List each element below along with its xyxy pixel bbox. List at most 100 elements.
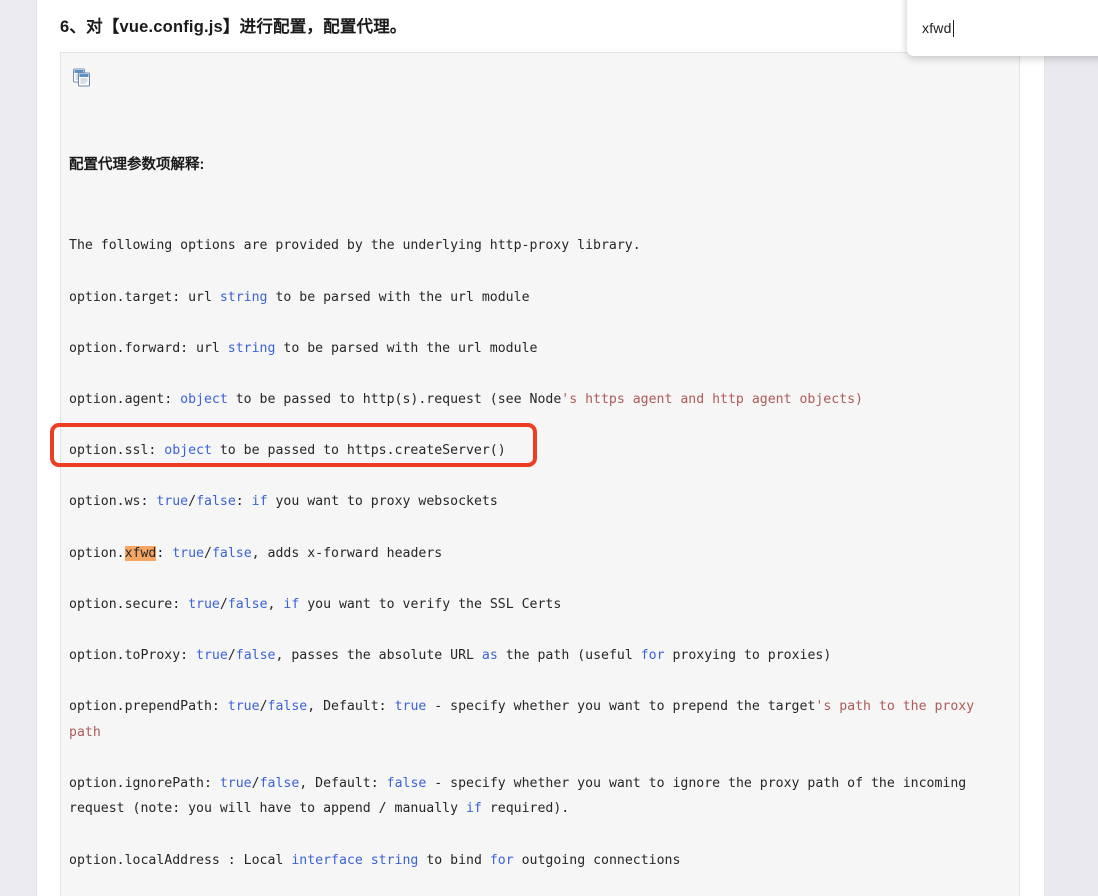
- code-plain: /: [204, 545, 212, 561]
- code-plain: :: [156, 545, 173, 561]
- code-keyword: if: [251, 494, 268, 510]
- page-background-right: [1045, 0, 1098, 896]
- code-keyword: true: [219, 775, 252, 791]
- code-plain: to bind: [418, 852, 490, 868]
- code-line: option.agent: object to be passed to htt…: [69, 387, 1011, 413]
- copy-icon[interactable]: [71, 67, 93, 89]
- content-column-left-edge: [36, 0, 37, 896]
- code-plain: you want to proxy websockets: [267, 494, 498, 510]
- code-line: option.ssl: object to be passed to https…: [69, 438, 1011, 464]
- text-caret: [952, 19, 955, 37]
- code-keyword: for: [640, 647, 665, 663]
- code-plain: ,: [267, 596, 284, 612]
- code-plain: option.target: url: [69, 289, 220, 305]
- code-keyword: false: [211, 545, 252, 561]
- code-plain: to be passed to https.createServer(): [211, 443, 506, 459]
- code-keyword: true: [156, 494, 189, 510]
- code-keyword: false: [196, 494, 236, 510]
- code-keyword: false: [227, 596, 268, 612]
- code-line: option.prependPath: true/false, Default:…: [69, 694, 1011, 745]
- code-plain: option.ignorePath:: [69, 775, 220, 791]
- code-plain: option.: [69, 545, 125, 561]
- code-keyword: object: [180, 391, 228, 407]
- page-title: 6、对【vue.config.js】进行配置，配置代理。: [60, 18, 407, 36]
- code-plain: option.forward: url: [69, 340, 228, 356]
- code-line: option.forward: url string to be parsed …: [69, 336, 1011, 362]
- code-keyword: string: [227, 340, 276, 356]
- code-keyword: for: [489, 852, 514, 868]
- find-in-page-box[interactable]: xfwd: [907, 0, 1098, 56]
- code-text: 配置代理参数项解释: The following options are pro…: [69, 101, 1011, 896]
- code-keyword: if: [283, 596, 300, 612]
- code-keyword: if: [465, 801, 482, 817]
- code-plain: :: [235, 494, 252, 510]
- code-keyword: true: [394, 699, 427, 715]
- code-line: option.target: url string to be parsed w…: [69, 285, 1011, 311]
- code-plain: The following options are provided by th…: [69, 238, 641, 254]
- code-keyword: true: [196, 647, 228, 663]
- code-line: option.toProxy: true/false, passes the a…: [69, 643, 1011, 669]
- search-input[interactable]: xfwd: [922, 18, 955, 38]
- code-keyword: true: [172, 545, 204, 561]
- code-keyword: string: [370, 852, 419, 868]
- content-column-right-edge: [1044, 0, 1045, 896]
- code-plain: to be passed to http(s).request (see Nod…: [227, 391, 562, 407]
- code-plain: required).: [481, 801, 570, 817]
- code-keyword: as: [481, 647, 498, 663]
- search-input-value: xfwd: [922, 20, 952, 36]
- code-plain: /: [188, 494, 197, 510]
- code-plain: option.toProxy:: [69, 647, 197, 663]
- code-plain: , Default:: [307, 699, 395, 715]
- code-plain: option.ssl:: [69, 443, 165, 459]
- code-plain: option.secure:: [69, 596, 189, 612]
- code-plain: - specify whether you want to prepend th…: [426, 699, 816, 715]
- code-plain: option.agent:: [69, 391, 181, 407]
- code-keyword: string: [219, 289, 268, 305]
- page-background-left: [0, 0, 36, 896]
- code-plain: to be parsed with the url module: [275, 340, 538, 356]
- code-keyword: true: [188, 596, 220, 612]
- code-keyword: true: [227, 699, 260, 715]
- code-keyword: false: [235, 647, 276, 663]
- code-line: option.ignorePath: true/false, Default: …: [69, 771, 1011, 822]
- code-plain: option.prependPath:: [69, 699, 228, 715]
- code-plain: /: [259, 699, 268, 715]
- code-keyword: interface: [291, 852, 363, 868]
- code-plain: /: [219, 596, 228, 612]
- code-keyword: false: [259, 775, 300, 791]
- code-plain: you want to verify the SSL Certs: [299, 596, 562, 612]
- code-plain: outgoing connections: [513, 852, 681, 868]
- code-plain: option.ws:: [69, 494, 157, 510]
- code-keyword: object: [164, 443, 212, 459]
- code-plain: [363, 853, 371, 868]
- code-intro-label: 配置代理参数项解释:: [69, 157, 205, 174]
- code-plain: , adds x-forward headers: [251, 545, 443, 561]
- code-plain: , Default:: [299, 775, 387, 791]
- code-block: 配置代理参数项解释: The following options are pro…: [60, 52, 1020, 896]
- code-string: 's https agent and http agent objects): [561, 391, 863, 407]
- code-keyword: false: [267, 699, 308, 715]
- code-line: option.ws: true/false: if you want to pr…: [69, 489, 1011, 515]
- app-root: 6、对【vue.config.js】进行配置，配置代理。 配置代理参数项解释: …: [0, 0, 1098, 896]
- code-plain: /: [227, 647, 236, 663]
- code-plain: , passes the absolute URL: [275, 647, 482, 663]
- code-plain: to be parsed with the url module: [267, 289, 530, 305]
- search-match-highlight: xfwd: [124, 545, 157, 561]
- code-line: option.xfwd: true/false, adds x-forward …: [69, 541, 1011, 567]
- code-line: The following options are provided by th…: [69, 233, 1011, 259]
- code-lines: The following options are provided by th…: [69, 233, 1011, 896]
- code-line: option.secure: true/false, if you want t…: [69, 592, 1011, 618]
- code-plain: proxying to proxies): [664, 647, 832, 663]
